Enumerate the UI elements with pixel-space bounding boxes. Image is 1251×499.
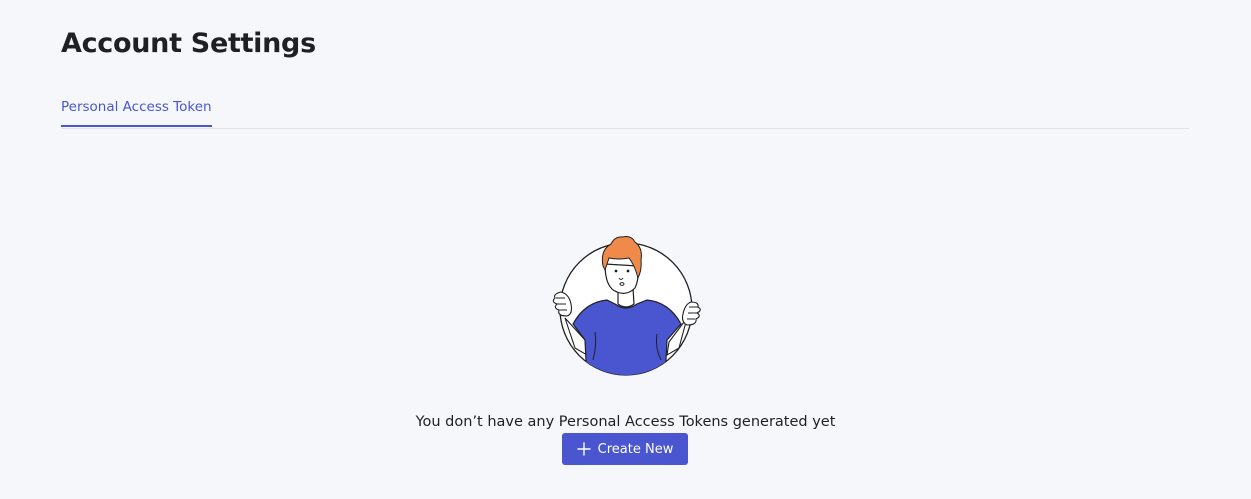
tab-personal-access-token[interactable]: Personal Access Token	[61, 90, 212, 127]
create-new-button[interactable]: Create New	[562, 433, 688, 465]
plus-icon	[576, 442, 591, 456]
tab-bar: Personal Access Token	[61, 90, 1189, 129]
empty-state-message: You don’t have any Personal Access Token…	[415, 414, 836, 430]
create-new-button-label: Create New	[597, 441, 674, 457]
page-title: Account Settings	[61, 28, 316, 59]
person-holding-circle-illustration	[552, 236, 701, 376]
